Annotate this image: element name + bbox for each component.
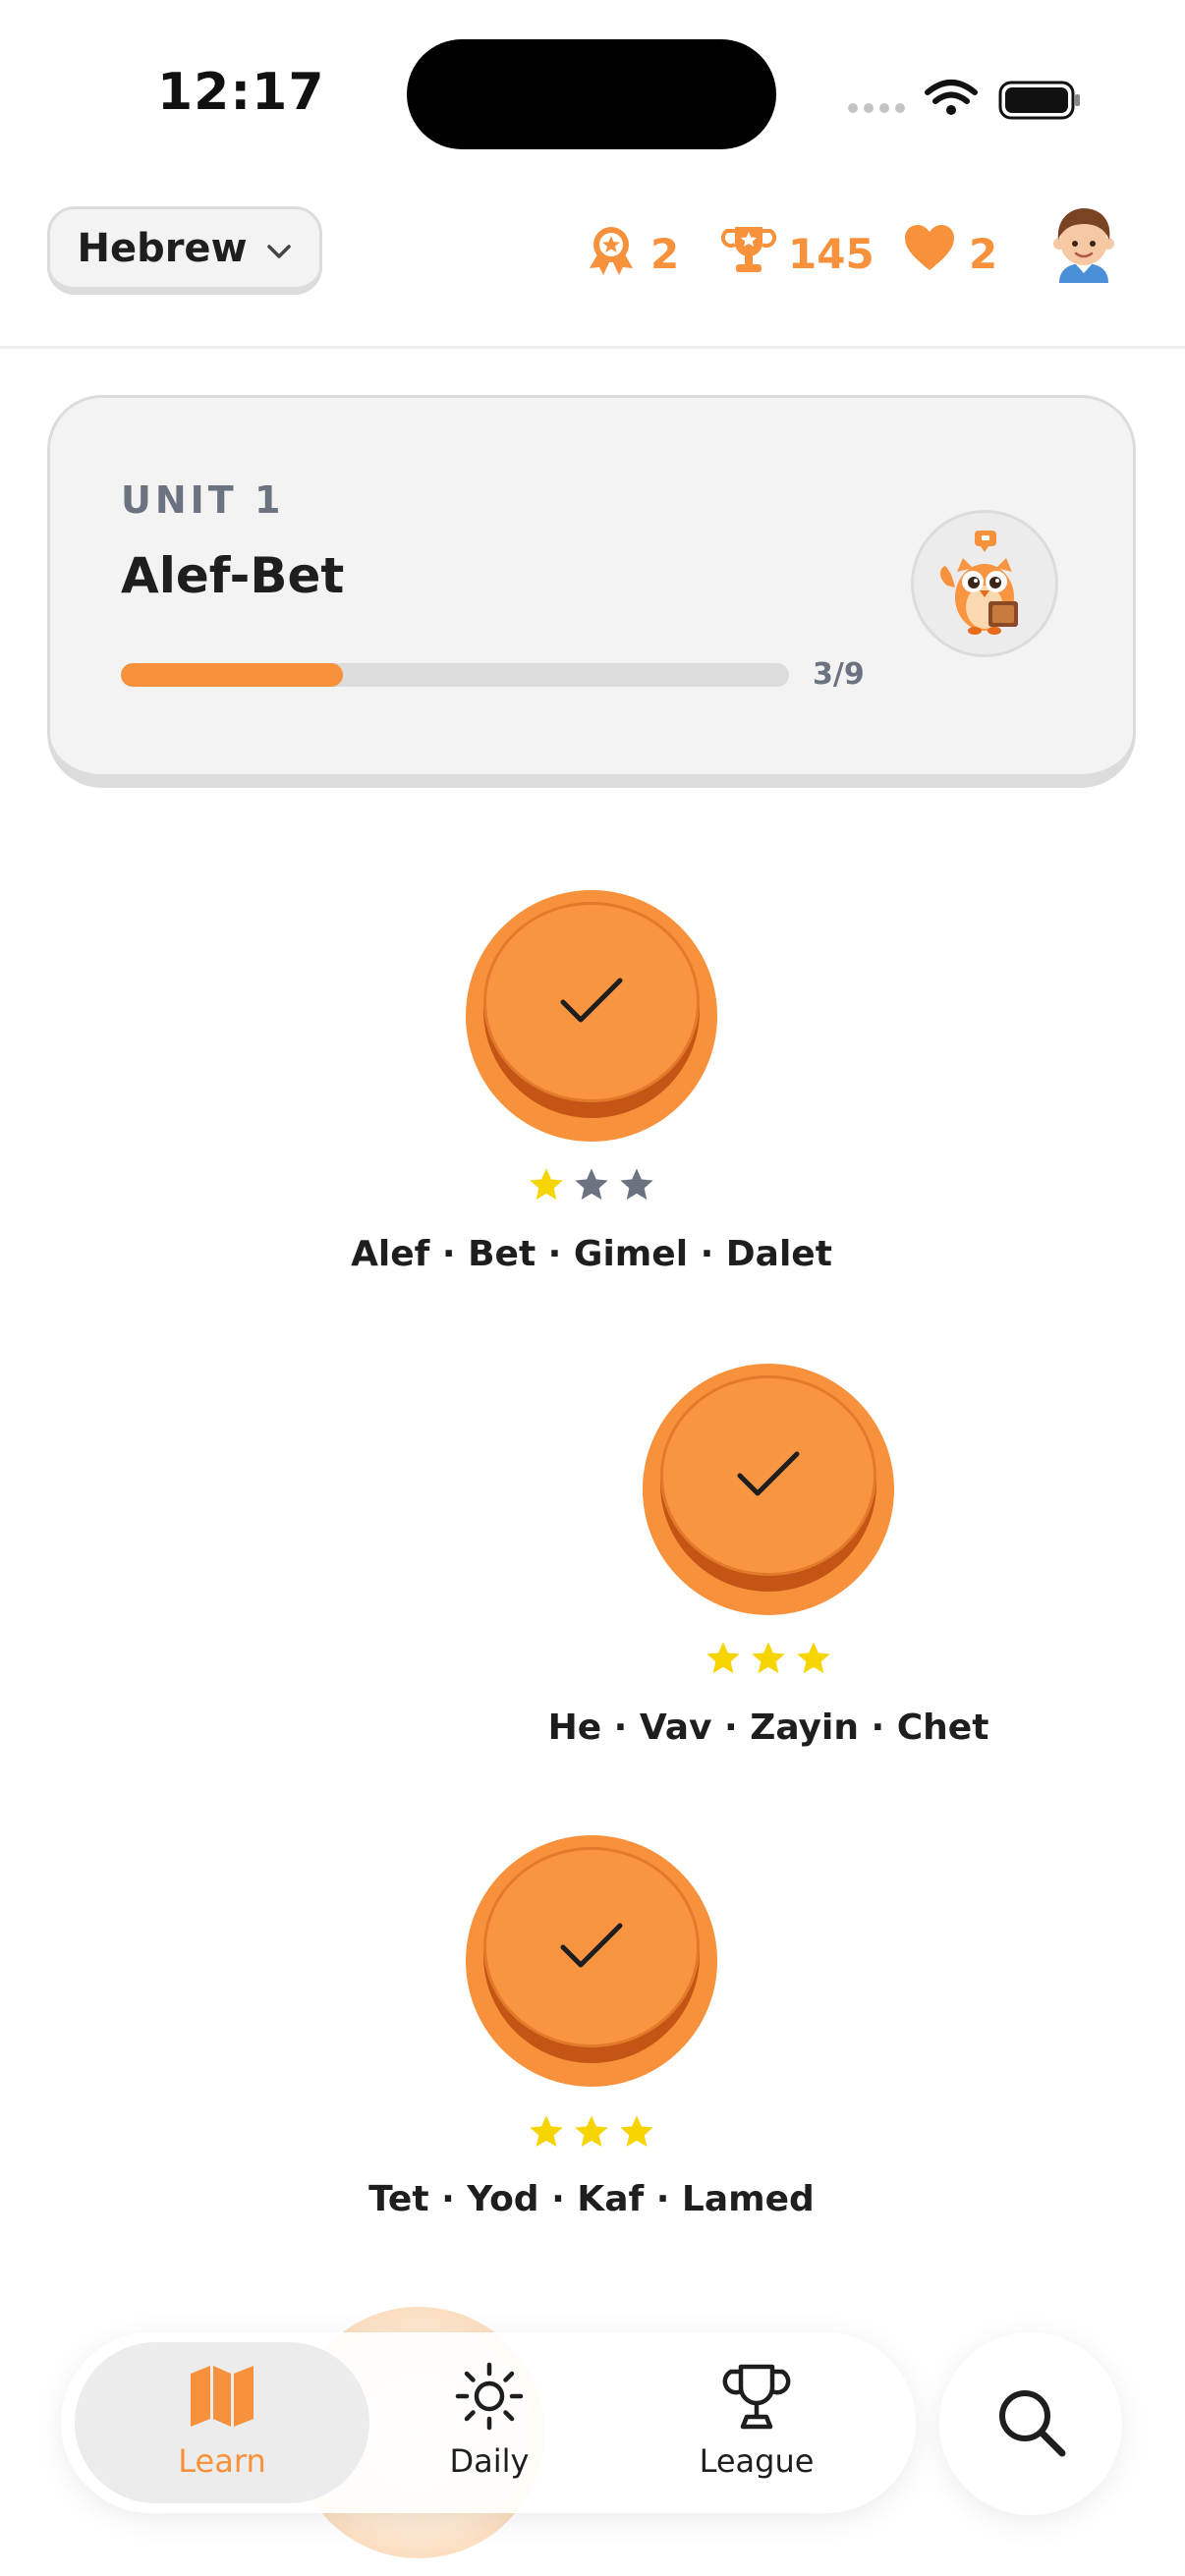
- trophy-icon: [720, 221, 777, 286]
- unit-progress-fill: [121, 663, 344, 687]
- trophy-icon: [721, 2362, 792, 2435]
- nav-league-label: League: [699, 2442, 815, 2480]
- lesson-3-label: Tet · Yod · Kaf · Lamed: [368, 2179, 815, 2219]
- lesson-1-label: Alef · Bet · Gimel · Dalet: [351, 1234, 832, 1274]
- hearts-stat[interactable]: 2: [902, 222, 997, 285]
- star-icon: [572, 1165, 611, 1208]
- battery-icon: [998, 81, 1080, 120]
- star-icon: [749, 1639, 788, 1682]
- lesson-node-2[interactable]: [643, 1364, 894, 1615]
- wifi-icon: [925, 80, 978, 104]
- star-icon: [617, 2112, 656, 2156]
- language-selector[interactable]: Hebrew: [47, 206, 322, 295]
- app-screen: 12:17 Hebrew 2 145 2 UNIT 1 Alef-Bet 3/9…: [0, 0, 1185, 2576]
- hearts-count: 2: [969, 229, 998, 278]
- lesson-node-1[interactable]: [466, 890, 717, 1142]
- checkmark-icon: [557, 973, 626, 1032]
- search-icon: [993, 2384, 1068, 2463]
- profile-avatar[interactable]: [1047, 204, 1120, 283]
- lesson-3-stars: [466, 2112, 717, 2156]
- nav-learn-label: Learn: [178, 2442, 266, 2480]
- unit-progress-bar: [121, 663, 789, 687]
- nav-league[interactable]: League: [639, 2362, 875, 2490]
- header-divider: [0, 346, 1185, 349]
- heart-icon: [902, 221, 957, 286]
- lesson-2-label: He · Vav · Zayin · Chet: [547, 1708, 989, 1748]
- unit-label: UNIT 1: [121, 478, 285, 522]
- nav-daily-label: Daily: [449, 2442, 530, 2480]
- badges-stat[interactable]: 2: [584, 222, 679, 285]
- unit-progress-count: 3/9: [813, 657, 865, 692]
- star-icon: [527, 1165, 566, 1208]
- unit-title: Alef-Bet: [121, 547, 345, 604]
- unit-card[interactable]: UNIT 1 Alef-Bet 3/9: [47, 395, 1136, 788]
- language-label: Hebrew: [77, 225, 248, 271]
- award-icon: [584, 221, 639, 286]
- nav-learn[interactable]: Learn: [104, 2362, 340, 2490]
- trophies-count: 145: [788, 229, 875, 278]
- lesson-node-3[interactable]: [466, 1835, 717, 2087]
- star-icon: [617, 1165, 656, 1208]
- bottom-nav: Learn Daily League: [61, 2332, 916, 2513]
- cellular-signal-icon: [848, 103, 905, 113]
- map-icon: [187, 2362, 257, 2435]
- lesson-1-stars: [466, 1165, 717, 1208]
- lesson-2-stars: [643, 1639, 894, 1682]
- star-icon: [572, 2112, 611, 2156]
- checkmark-icon: [734, 1446, 803, 1505]
- status-time: 12:17: [157, 63, 325, 122]
- owl-mascot-icon[interactable]: [911, 510, 1058, 657]
- status-icons: [845, 71, 1081, 122]
- star-icon: [704, 1639, 743, 1682]
- sun-icon: [454, 2362, 525, 2435]
- search-button[interactable]: [939, 2332, 1122, 2515]
- checkmark-icon: [557, 1918, 626, 1977]
- nav-daily[interactable]: Daily: [371, 2362, 607, 2490]
- chevron-down-icon: [265, 226, 293, 271]
- star-icon: [527, 2112, 566, 2156]
- badges-count: 2: [650, 229, 680, 278]
- star-icon: [794, 1639, 833, 1682]
- dynamic-island: [407, 39, 776, 149]
- trophies-stat[interactable]: 145: [720, 221, 875, 286]
